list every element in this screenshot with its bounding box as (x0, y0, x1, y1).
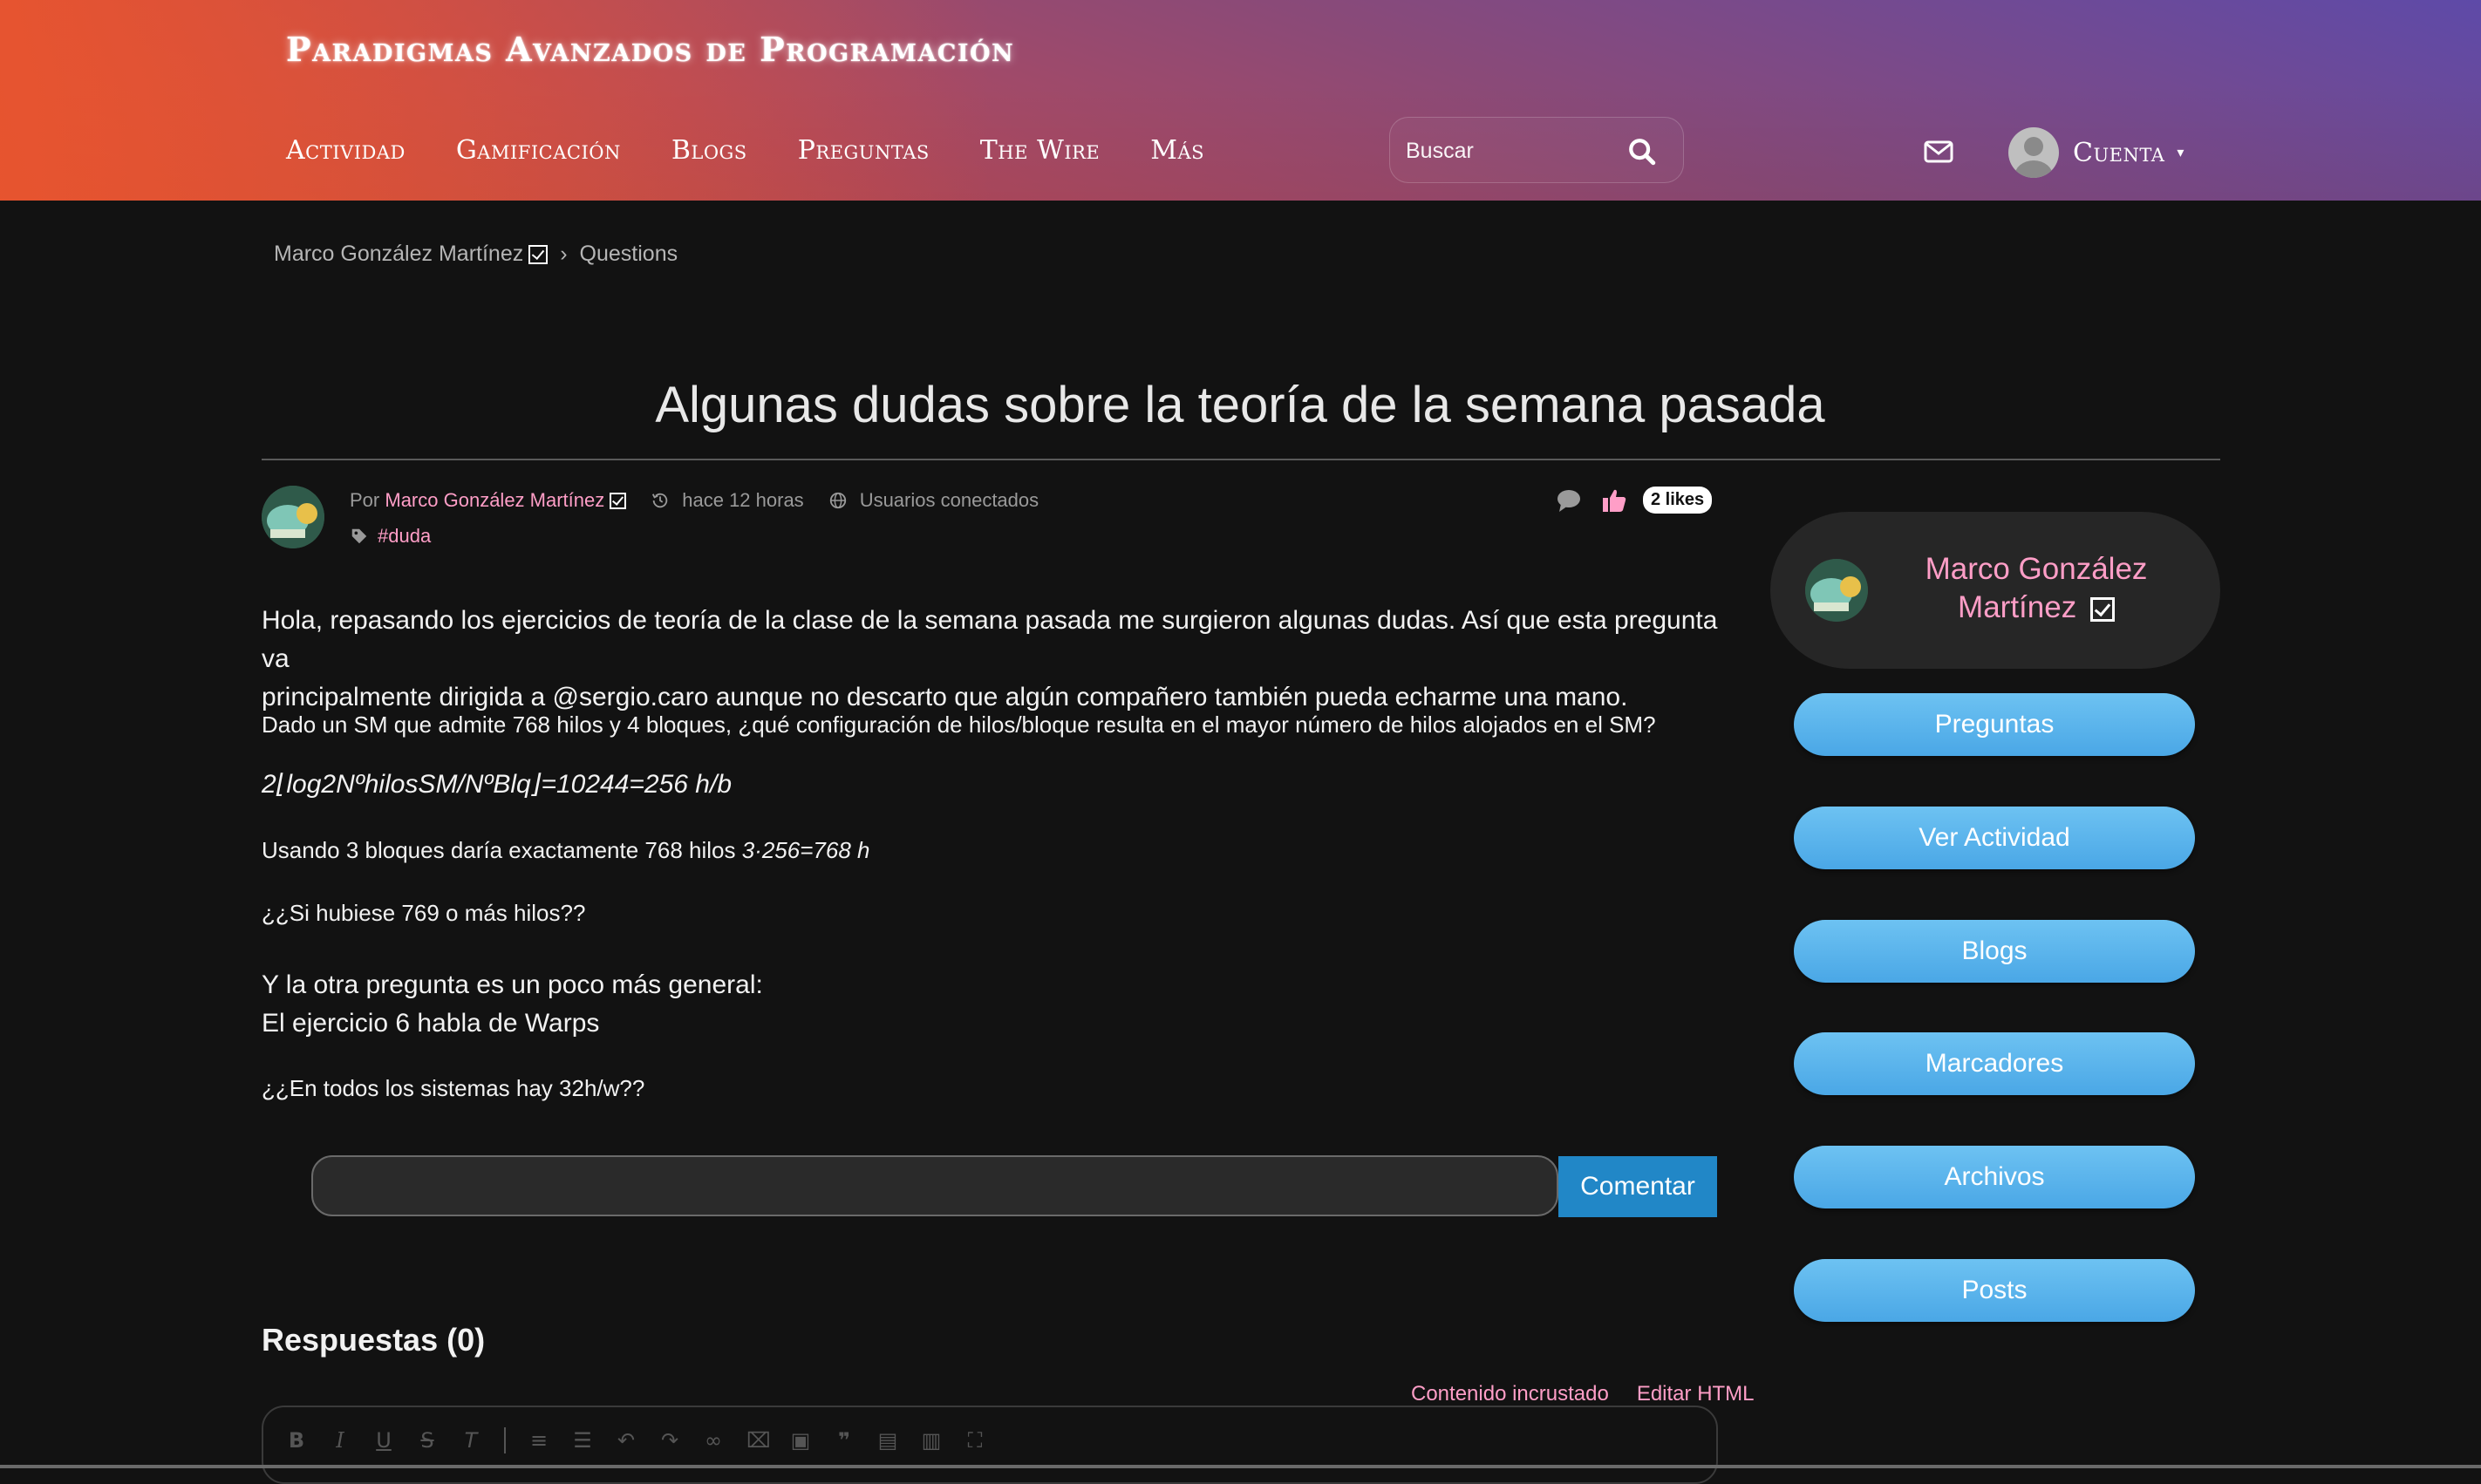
post-paragraph-line: Hola, repasando los ejercicios de teoría… (262, 606, 1718, 673)
bulleted-list-icon[interactable]: ☰ (572, 1430, 593, 1451)
nav-item-actividad[interactable]: Actividad (286, 135, 406, 166)
comment-icon[interactable] (1556, 488, 1582, 513)
editor-toolbar: B I U S T ≡ ☰ ↶ ↷ ∞ ⌧ ▣ ❞ ▤ ▥ ⛶ (286, 1427, 1008, 1453)
verified-icon (2089, 596, 2115, 622)
numbered-list-icon[interactable]: ≡ (528, 1430, 549, 1451)
embed-content-link[interactable]: Contenido incrustado (1411, 1382, 1609, 1406)
profile-name-line: Martínez (1958, 590, 2077, 624)
usage-text: Usando 3 bloques daría exactamente 768 h… (262, 837, 736, 863)
avatar-image (262, 486, 324, 548)
redo-icon[interactable]: ↷ (659, 1430, 680, 1451)
question-text: Dado un SM que admite 768 hilos y 4 bloq… (262, 711, 1656, 738)
nav-item-preguntas[interactable]: Preguntas (798, 135, 930, 166)
fullscreen-icon[interactable]: ⛶ (964, 1430, 985, 1451)
post-body: Hola, repasando los ejercicios de teoría… (262, 602, 1744, 1101)
strikethrough-icon[interactable]: S (417, 1430, 438, 1451)
thumbs-up-icon[interactable] (1601, 487, 1627, 514)
account-label: Cuenta (2073, 137, 2165, 168)
usage-formula: 3·256=768 h (741, 837, 870, 863)
main-nav: Actividad Gamificación Blogs Preguntas T… (286, 135, 1255, 166)
nav-item-gamificacion[interactable]: Gamificación (456, 135, 621, 166)
remove-format-icon[interactable]: T (460, 1430, 481, 1451)
verified-icon (528, 244, 549, 264)
page-title: Algunas dudas sobre la teoría de la sema… (655, 376, 1825, 433)
post-author-link[interactable]: Marco González Martínez (385, 489, 604, 512)
account-avatar (2008, 127, 2059, 178)
tag-list: #duda (350, 525, 431, 548)
bold-icon[interactable]: B (286, 1430, 307, 1451)
link-icon[interactable]: ∞ (703, 1430, 724, 1451)
post-time: hace 12 horas (682, 489, 804, 511)
nav-item-blogs[interactable]: Blogs (671, 135, 747, 166)
history-icon (652, 493, 668, 508)
profile-avatar[interactable] (1805, 559, 1868, 622)
question-text: ¿¿En todos los sistemas hay 32h/w?? (262, 1075, 645, 1101)
globe-icon (829, 492, 846, 509)
verified-icon (610, 492, 627, 509)
post-paragraph-line: El ejercicio 6 habla de Warps (262, 1009, 600, 1038)
post-visibility: Usuarios conectados (859, 489, 1039, 511)
site-title[interactable]: Paradigmas Avanzados de Programación (286, 30, 1014, 69)
formula-text: 2⌊log2NºhilosSM/NºBlq⌋=10244=256 h/b (262, 770, 733, 799)
user-silhouette-icon (2014, 137, 2053, 178)
post-actions: 2 likes (1556, 487, 1713, 514)
answers-heading: Respuestas (0) (262, 1322, 486, 1358)
chevron-down-icon: ▾ (2177, 146, 2185, 160)
edit-html-link[interactable]: Editar HTML (1637, 1382, 1755, 1406)
blockquote-icon[interactable]: ❞ (834, 1430, 855, 1451)
top-banner: Paradigmas Avanzados de Programación Act… (0, 0, 2481, 201)
comment-input[interactable] (311, 1155, 1558, 1216)
sidebar-button-posts[interactable]: Posts (1794, 1259, 2195, 1322)
post-paragraph-line: Y la otra pregunta es un poco más genera… (262, 970, 763, 999)
underline-icon[interactable]: U (373, 1430, 394, 1451)
title-divider (262, 459, 2220, 460)
breadcrumb-author[interactable]: Marco González Martínez (274, 242, 523, 267)
by-prefix: Por (350, 489, 380, 511)
nav-item-mas[interactable]: Más (1150, 135, 1204, 166)
account-menu[interactable]: Cuenta ▾ (2008, 127, 2184, 178)
comment-button[interactable]: Comentar (1558, 1156, 1717, 1217)
profile-name-line: Marco González (1925, 552, 2148, 586)
question-text: ¿¿Si hubiese 769 o más hilos?? (262, 900, 586, 926)
sidebar-button-ver-actividad[interactable]: Ver Actividad (1794, 807, 2195, 869)
breadcrumb-separator: › (560, 242, 568, 266)
post-meta: Por Marco González Martínez hace 12 hora… (350, 489, 1039, 512)
paste-text-icon[interactable]: ▥ (921, 1430, 942, 1451)
avatar-image (1805, 559, 1868, 622)
bottom-edge (0, 1465, 2481, 1468)
usage-line: Usando 3 bloques daría exactamente 768 h… (262, 837, 869, 864)
nav-item-the-wire[interactable]: The Wire (980, 135, 1100, 166)
sidebar-button-blogs[interactable]: Blogs (1794, 920, 2195, 983)
profile-card: Marco González Martínez (1770, 512, 2220, 669)
italic-icon[interactable]: I (330, 1430, 351, 1451)
search-box (1389, 117, 1684, 183)
sidebar-button-archivos[interactable]: Archivos (1794, 1146, 2195, 1208)
author-avatar[interactable] (262, 486, 324, 548)
toolbar-separator (504, 1427, 506, 1453)
editor-links: Contenido incrustado Editar HTML (1383, 1382, 1755, 1406)
unlink-icon[interactable]: ⌧ (746, 1430, 771, 1451)
image-icon[interactable]: ▣ (790, 1430, 811, 1451)
search-icon[interactable] (1627, 137, 1657, 167)
sidebar-button-preguntas[interactable]: Preguntas (1794, 693, 2195, 756)
profile-name[interactable]: Marco González Martínez (1884, 550, 2189, 627)
sidebar-button-marcadores[interactable]: Marcadores (1794, 1032, 2195, 1095)
search-input[interactable] (1404, 133, 1617, 168)
mail-icon[interactable] (1924, 140, 1953, 164)
breadcrumb: Marco González Martínez › Questions (274, 242, 678, 267)
undo-icon[interactable]: ↶ (616, 1430, 637, 1451)
likes-count-badge[interactable]: 2 likes (1643, 487, 1713, 514)
tag-duda[interactable]: #duda (378, 525, 431, 548)
tag-icon (351, 528, 367, 544)
breadcrumb-questions[interactable]: Questions (580, 242, 678, 267)
paste-icon[interactable]: ▤ (877, 1430, 898, 1451)
